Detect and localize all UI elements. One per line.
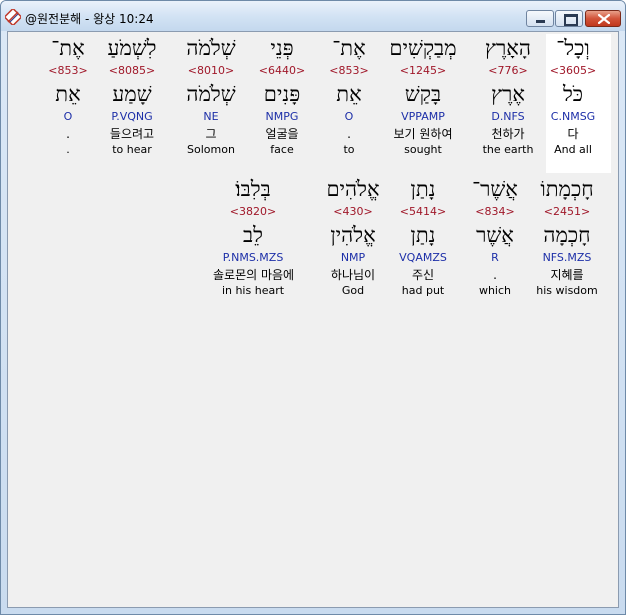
hebrew-word: מְבַקְשִׁים bbox=[389, 36, 457, 60]
korean-gloss: 하나님이 bbox=[330, 268, 376, 282]
strong-number[interactable]: <776> bbox=[468, 61, 548, 80]
lemma: לֵב bbox=[243, 223, 263, 247]
lemma: נָתַן bbox=[410, 223, 436, 247]
window-title: @원전분해 - 왕상 10:24 bbox=[25, 12, 154, 26]
english-gloss: God bbox=[341, 284, 365, 297]
strong-number[interactable]: <1245> bbox=[383, 61, 463, 80]
word-column[interactable]: פְּנֵי <6440> פָּנִים NMPG 얼굴을 face bbox=[242, 35, 322, 157]
strong-number[interactable]: <5414> bbox=[383, 202, 463, 221]
hebrew-word: בְּלִבּוֹ׃ bbox=[235, 177, 271, 201]
korean-gloss: . bbox=[66, 127, 70, 141]
korean-gloss: 솔로몬의 마음에 bbox=[213, 268, 295, 282]
parsing-code: NE bbox=[203, 110, 219, 123]
lemma: אֶרֶץ bbox=[491, 82, 525, 106]
hebrew-word: אֱלֹהִים bbox=[326, 177, 380, 201]
lemma: שְׁלֹמֹה bbox=[186, 82, 236, 106]
parsing-code: NMP bbox=[340, 251, 366, 264]
strong-number[interactable]: <834> bbox=[455, 202, 535, 221]
close-button[interactable] bbox=[585, 10, 621, 27]
strong-number[interactable]: <6440> bbox=[242, 61, 322, 80]
parsing-code: O bbox=[63, 110, 73, 123]
hebrew-word: נָתַן bbox=[410, 177, 436, 201]
word-column[interactable]: הָאָרֶץ <776> אֶרֶץ D.NFS 천하가 the earth bbox=[468, 35, 548, 157]
word-column[interactable]: נָתַן <5414> נָתַן VQAMZS 주신 had put bbox=[383, 176, 463, 298]
korean-gloss: 지혜를 bbox=[550, 268, 584, 282]
hebrew-word: הָאָרֶץ bbox=[485, 36, 531, 60]
lemma: אֱלֹהִין bbox=[330, 223, 376, 247]
hebrew-word: אֲשֶׁר־ bbox=[472, 177, 518, 201]
korean-gloss: 그 bbox=[205, 127, 217, 141]
korean-gloss: 천하가 bbox=[491, 127, 525, 141]
english-gloss: . bbox=[66, 143, 70, 156]
title-bar[interactable]: @원전분해 - 왕상 10:24 bbox=[1, 1, 625, 31]
parsing-code: D.NFS bbox=[491, 110, 525, 123]
english-gloss: in his heart bbox=[221, 284, 285, 297]
interlinear-panel[interactable]: וְכָל־ <3605> כֹּל C.NMSG 다 And all הָאָרֶץ <77… bbox=[7, 31, 619, 608]
korean-gloss: 보기 원하여 bbox=[393, 127, 453, 141]
lemma: חָכְמָה bbox=[543, 223, 591, 247]
hebrew-word: פְּנֵי bbox=[270, 36, 294, 60]
english-gloss: sought bbox=[404, 143, 442, 156]
english-gloss: his wisdom bbox=[536, 284, 598, 297]
korean-gloss: . bbox=[493, 268, 497, 282]
word-column[interactable]: אֶת־ <853> אֵת O.. bbox=[28, 35, 108, 157]
parsing-code: R bbox=[491, 251, 499, 264]
english-gloss: the earth bbox=[482, 143, 534, 156]
strong-number[interactable]: <2451> bbox=[527, 202, 607, 221]
korean-gloss: 얼굴을 bbox=[265, 127, 299, 141]
word-column[interactable]: מְבַקְשִׁים <1245> בָּקַשׁ VPPAMP 보기 원하여 soug… bbox=[383, 35, 463, 157]
hebrew-word: אֶת־ bbox=[51, 36, 85, 60]
english-gloss: had put bbox=[401, 284, 445, 297]
hebrew-word: חָכְמָתוֹ bbox=[540, 177, 594, 201]
lemma: אֲשֶׁר bbox=[476, 223, 514, 247]
word-column[interactable]: אֲשֶׁר־ <834> אֲשֶׁר R. which bbox=[455, 176, 535, 298]
bible-app-icon[interactable] bbox=[3, 7, 23, 27]
lemma: פָּנִים bbox=[263, 82, 301, 106]
close-icon bbox=[598, 14, 610, 24]
parsing-code: VQAMZS bbox=[399, 251, 447, 264]
korean-gloss: 주신 bbox=[411, 268, 435, 282]
lemma: אֵת bbox=[55, 82, 81, 106]
lemma: בָּקַשׁ bbox=[404, 82, 442, 106]
strong-number[interactable]: <8010> bbox=[171, 61, 251, 80]
word-column[interactable]: אֱלֹהִים <430> אֱלֹהִין NMP 하나님이 God bbox=[313, 176, 393, 298]
maximize-button[interactable] bbox=[555, 10, 583, 27]
app-window: @원전분해 - 왕상 10:24 וְכָל־ <3605> כֹּל C.NMSG 다… bbox=[0, 0, 626, 615]
hebrew-word: שְׁלֹמֹה bbox=[186, 36, 236, 60]
strong-number[interactable]: <430> bbox=[313, 202, 393, 221]
english-gloss: which bbox=[478, 284, 512, 297]
parsing-code: VPPAMP bbox=[401, 110, 445, 123]
minimize-button[interactable] bbox=[526, 10, 554, 27]
word-column[interactable]: שְׁלֹמֹה <8010> שְׁלֹמֹה NE 그 Solomon bbox=[171, 35, 251, 157]
parsing-code: NMPG bbox=[265, 110, 299, 123]
english-gloss: face bbox=[270, 143, 294, 156]
word-column[interactable]: חָכְמָתוֹ <2451> חָכְמָה NFS.MZS 지혜를 his wisd… bbox=[527, 176, 607, 298]
word-column[interactable]: בְּלִבּוֹ׃ <3820> לֵב P.NMS.MZS 솔로몬의 마음에 in h… bbox=[213, 176, 295, 298]
strong-number[interactable]: <853> bbox=[28, 61, 108, 80]
parsing-code: NFS.MZS bbox=[542, 251, 592, 264]
parsing-code: P.NMS.MZS bbox=[222, 251, 284, 264]
english-gloss: Solomon bbox=[187, 143, 235, 156]
strong-number[interactable]: <3820> bbox=[213, 202, 293, 221]
